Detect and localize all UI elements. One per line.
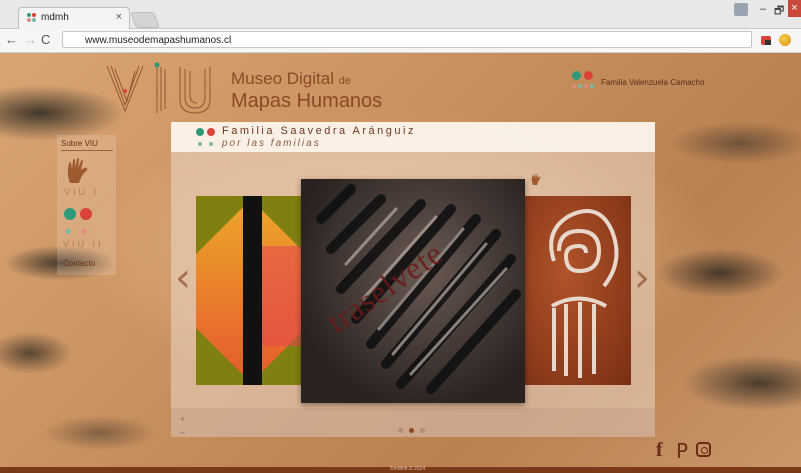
gallery-footer xyxy=(171,408,655,437)
zoom-in-icon[interactable]: + xyxy=(180,414,185,424)
new-tab-button[interactable] xyxy=(130,12,160,28)
browser-tab-bar: mdmh × – 🗗 × xyxy=(0,0,801,29)
slide-center-artwork[interactable]: traselvete xyxy=(301,179,525,403)
title-line2: Mapas Humanos xyxy=(231,90,383,112)
footer-text: ©mdmh.cl 2014 xyxy=(390,466,426,472)
restore-button[interactable]: 🗗 xyxy=(774,2,784,22)
viu-logo[interactable] xyxy=(105,61,220,116)
instagram-icon[interactable] xyxy=(696,442,711,457)
browser-toolbar: ← → C www.museodemapashumanos.cl xyxy=(0,29,801,53)
viu2-dots-icon[interactable] xyxy=(64,208,94,236)
nav-divider xyxy=(61,150,113,151)
close-window-button[interactable]: × xyxy=(788,0,801,17)
browser-tab[interactable]: mdmh × xyxy=(18,7,130,29)
pager-dot[interactable] xyxy=(420,428,425,433)
back-button[interactable]: ← xyxy=(5,32,18,47)
family-link[interactable]: Familia Valenzuela Camacho xyxy=(601,78,704,87)
chrome-extension-icon[interactable] xyxy=(779,34,791,46)
reload-button[interactable]: C xyxy=(41,32,50,47)
facebook-icon[interactable]: f xyxy=(656,439,663,462)
family-title: Familia Saavedra Aránguiz xyxy=(222,125,416,137)
pager-dot-active[interactable] xyxy=(409,428,414,433)
extension-icon[interactable] xyxy=(760,34,772,46)
title-line1: Museo Digital xyxy=(231,69,334,88)
tab-close-icon[interactable]: × xyxy=(116,11,122,23)
nav-viu-2[interactable]: VIU II xyxy=(63,239,104,249)
user-profile-icon[interactable] xyxy=(734,3,748,16)
address-bar[interactable]: www.museodemapashumanos.cl xyxy=(62,31,752,48)
minimize-button[interactable]: – xyxy=(760,3,766,23)
family-subtitle: por las familias xyxy=(222,138,321,149)
zoom-out-icon[interactable]: – xyxy=(180,427,185,437)
slide-right-artwork[interactable] xyxy=(524,196,631,385)
museum-title: Museo Digital de Mapas Humanos xyxy=(231,69,382,112)
hand-icon[interactable] xyxy=(64,157,90,185)
pinterest-icon[interactable]: P xyxy=(676,439,688,463)
forward-button[interactable]: → xyxy=(24,32,37,47)
page-background: Museo Digital de Mapas Humanos Familia V… xyxy=(0,53,801,473)
page-footer: ©mdmh.cl 2014 xyxy=(0,466,801,473)
carousel-next-button[interactable]: › xyxy=(634,258,650,298)
nav-viu-1[interactable]: VIU I xyxy=(64,187,99,197)
slide-left-artwork[interactable] xyxy=(196,196,301,385)
pager-dot[interactable] xyxy=(398,428,403,433)
nav-contacto[interactable]: Contacto xyxy=(63,259,95,268)
tab-title: mdmh xyxy=(41,12,69,23)
sidebar xyxy=(57,135,116,275)
small-hand-icon[interactable] xyxy=(530,172,542,186)
nav-sobre-viu[interactable]: Sobre VIU xyxy=(61,139,98,148)
carousel-prev-button[interactable]: ‹ xyxy=(175,258,191,298)
site-favicon-icon xyxy=(27,13,37,23)
title-de: de xyxy=(338,75,351,87)
